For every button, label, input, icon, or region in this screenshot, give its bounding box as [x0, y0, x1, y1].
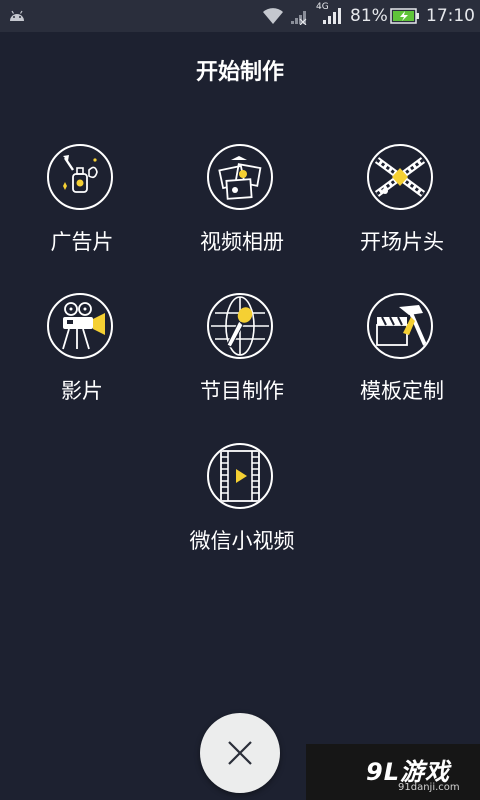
battery-percent: 81%: [350, 6, 388, 26]
menu-item-label: 开场片头: [360, 230, 444, 254]
menu-item-label: 模板定制: [360, 379, 444, 403]
menu-item-program-production[interactable]: 节目制作: [162, 293, 322, 433]
menu-item-advertisement[interactable]: 广告片: [2, 144, 162, 284]
watermark: 9L游戏 91danji.com: [306, 744, 480, 800]
status-bar: 4G 81% 17:10: [0, 0, 480, 32]
photo-album-icon: [207, 144, 273, 210]
android-icon: [10, 10, 24, 21]
battery-charging-icon: [390, 8, 419, 24]
movie-projector-icon: [47, 293, 113, 359]
signal-strength-icon: [323, 8, 341, 24]
film-strip-play-icon: [207, 443, 273, 509]
menu-item-label: 微信小视频: [189, 529, 295, 553]
menu-item-label: 广告片: [50, 230, 114, 254]
menu-item-video-album[interactable]: 视频相册: [162, 144, 322, 284]
perfume-bottle-icon: [47, 144, 113, 210]
clapper-hammer-icon: [367, 293, 433, 359]
close-button[interactable]: [200, 713, 280, 793]
menu-item-opening-title[interactable]: 开场片头: [322, 144, 480, 284]
page-title: 开始制作: [195, 60, 284, 85]
microphone-globe-icon: [207, 293, 273, 359]
crossed-film-icon: [367, 144, 433, 210]
status-clock: 17:10: [426, 6, 475, 26]
menu-item-movie[interactable]: 影片: [2, 293, 162, 433]
menu-item-label: 视频相册: [200, 230, 284, 254]
menu-item-template-customization[interactable]: 模板定制: [322, 293, 480, 433]
close-icon: [228, 741, 252, 765]
signal-icon: [291, 11, 307, 25]
menu-item-wechat-video[interactable]: 微信小视频: [162, 443, 322, 583]
menu-item-label: 节目制作: [200, 379, 284, 403]
menu-item-label: 影片: [61, 379, 103, 403]
watermark-url: 91danji.com: [398, 782, 460, 793]
wifi-icon: [263, 8, 283, 24]
